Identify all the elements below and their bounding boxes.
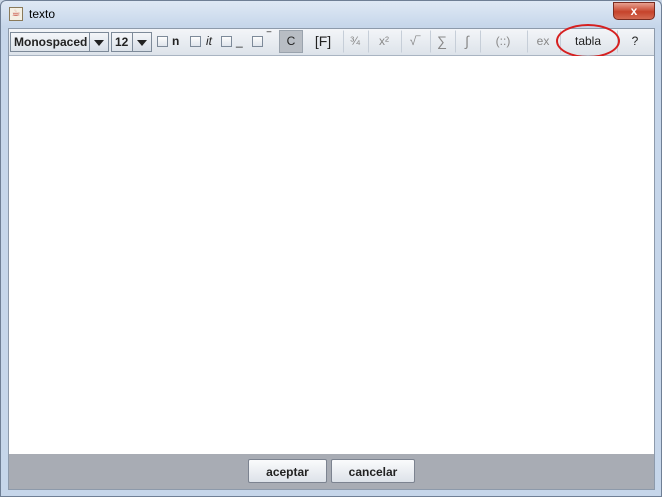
- formula-button[interactable]: [F]: [304, 30, 342, 53]
- font-size-value: 12: [112, 33, 132, 51]
- sum-button[interactable]: ∑: [430, 30, 454, 53]
- font-family-value: Monospaced: [11, 33, 89, 51]
- font-size-select[interactable]: 12: [111, 32, 152, 52]
- chevron-down-icon[interactable]: [132, 33, 151, 51]
- exponential-button[interactable]: ex: [527, 30, 559, 53]
- chevron-down-icon[interactable]: [89, 33, 108, 51]
- table-button[interactable]: tabla: [560, 30, 616, 53]
- underline-checkbox[interactable]: [221, 36, 232, 47]
- sqrt-button[interactable]: √‾: [401, 30, 429, 53]
- bold-checkbox[interactable]: [157, 36, 168, 47]
- bold-label: n: [172, 34, 180, 48]
- close-button[interactable]: x: [613, 2, 655, 20]
- fraction-button[interactable]: ¾: [343, 30, 367, 53]
- superscript-button[interactable]: x²: [368, 30, 400, 53]
- color-button[interactable]: C: [279, 30, 303, 53]
- italic-label: it: [206, 34, 212, 48]
- client-area: Monospaced 12 n it _ ‾ C [F] ¾ x² √‾ ∑ ∫…: [8, 24, 655, 490]
- dialog-window: ☕ texto x Monospaced 12 n it _ ‾ C [F] ¾: [0, 0, 662, 497]
- integral-button[interactable]: ∫: [455, 30, 479, 53]
- overline-checkbox[interactable]: [252, 36, 263, 47]
- window-title: texto: [29, 7, 56, 21]
- cancel-button[interactable]: cancelar: [331, 459, 415, 483]
- text-editor-area[interactable]: [9, 56, 654, 453]
- accept-button[interactable]: aceptar: [248, 459, 327, 483]
- help-button[interactable]: ?: [617, 30, 653, 53]
- italic-checkbox[interactable]: [190, 36, 201, 47]
- java-app-icon: ☕: [9, 7, 23, 21]
- overline-label: ‾: [267, 30, 271, 44]
- format-toolbar: Monospaced 12 n it _ ‾ C [F] ¾ x² √‾ ∑ ∫…: [9, 24, 654, 58]
- button-bar: aceptar cancelar: [9, 454, 654, 489]
- font-family-select[interactable]: Monospaced: [10, 32, 109, 52]
- underline-label: _: [236, 34, 243, 48]
- matrix-button[interactable]: (::): [480, 30, 526, 53]
- title-bar[interactable]: ☕ texto x: [1, 1, 661, 27]
